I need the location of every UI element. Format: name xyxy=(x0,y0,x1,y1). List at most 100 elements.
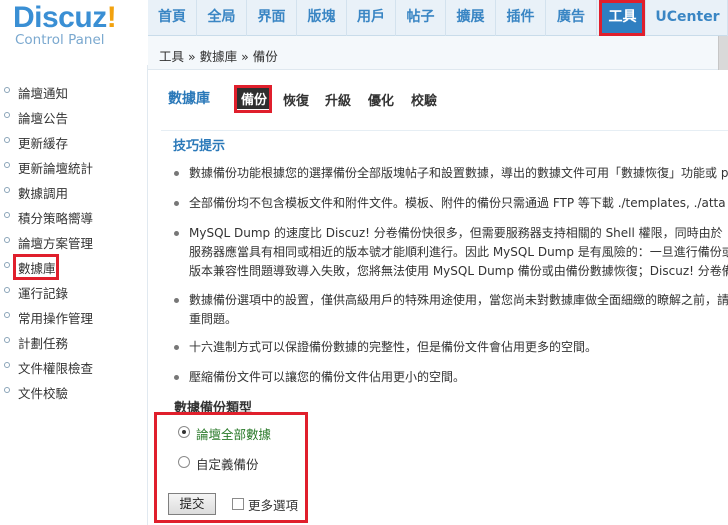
more-options-checkbox[interactable] xyxy=(232,498,244,510)
nav-item-forums[interactable]: 版塊 xyxy=(297,0,347,36)
bullet-icon xyxy=(4,287,10,293)
header: Discuz! Control Panel 首頁 全局 界面 版塊 用戶 帖子 … xyxy=(0,0,728,70)
tip-text: 十六進制方式可以保證備份數據的完整性，但是備份文件會佔用更多的空間。 xyxy=(189,340,598,354)
tip-text: 服務器應當具有相同或相近的版本號才能順利進行。因此 MySQL Dump 是有風… xyxy=(189,245,728,259)
nav-item-ads[interactable]: 廣告 xyxy=(546,0,597,36)
sidebar-item-common-ops[interactable]: 常用操作管理 xyxy=(0,305,148,327)
bullet-icon xyxy=(4,112,10,118)
logo-brand-text: Discuz xyxy=(13,1,107,34)
page-title: 數據庫 xyxy=(168,91,210,107)
tab-bar: 數據庫 備份 恢復 升級 優化 校驗 xyxy=(148,71,728,125)
scrollbar[interactable] xyxy=(718,36,728,70)
sidebar-item-data-calls[interactable]: 數據調用 xyxy=(0,180,148,202)
sidebar-item-label: 運行記錄 xyxy=(18,286,69,301)
sidebar-item-label: 數據庫 xyxy=(18,261,56,276)
bullet-icon xyxy=(4,362,10,368)
tip-text: 全部備份均不包含模板文件和附件文件。模板、附件的備份只需通過 FTP 等下載 .… xyxy=(189,196,726,210)
tip-text: MySQL Dump 的速度比 Discuz! 分卷備份快很多，但需要服務器支持… xyxy=(189,226,723,240)
tip-text: 壓縮備份文件可以讓您的備份文件佔用更小的空間。 xyxy=(189,370,466,384)
nav-item-users[interactable]: 用戶 xyxy=(347,0,396,36)
sidebar-item-label: 計劃任務 xyxy=(18,336,69,351)
sidebar-item-forum-notices[interactable]: 論壇通知 xyxy=(0,80,148,102)
sidebar-item-label: 更新緩存 xyxy=(18,136,69,151)
nav-item-interface[interactable]: 界面 xyxy=(247,0,297,36)
bullet-icon xyxy=(174,298,179,303)
sidebar-item-file-verify[interactable]: 文件校驗 xyxy=(0,380,148,402)
option-label: 論壇全部數據 xyxy=(196,427,272,442)
sidebar: 論壇通知 論壇公告 更新緩存 更新論壇統計 數據調用 積分策略嚮導 論壇方案管理… xyxy=(0,65,148,525)
bullet-icon xyxy=(4,162,10,168)
bullet-icon xyxy=(4,237,10,243)
tip-text: 數據備份功能根據您的選擇備份全部版塊帖子和設置數據，導出的數據文件可用「數據恢復… xyxy=(189,166,728,180)
radio-button[interactable] xyxy=(178,426,190,438)
tip-text: 數據備份選項中的設置，僅供高級用戶的特殊用途使用，當您尚未對數據庫做全面細緻的瞭… xyxy=(189,293,728,307)
sidebar-item-database[interactable]: 數據庫 xyxy=(0,255,148,277)
backup-type-title: 數據備份類型 xyxy=(174,401,253,416)
sidebar-item-credit-wizard[interactable]: 積分策略嚮導 xyxy=(0,205,148,227)
logo-brand: Discuz! xyxy=(13,1,117,35)
option-label: 自定義備份 xyxy=(196,457,259,472)
bullet-icon xyxy=(174,231,179,236)
tip-item: 數據備份選項中的設置，僅供高級用戶的特殊用途使用，當您尚未對數據庫做全面細緻的瞭… xyxy=(171,292,728,328)
bullet-icon xyxy=(174,201,179,206)
sidebar-item-label: 更新論壇統計 xyxy=(18,161,94,176)
bullet-icon xyxy=(4,137,10,143)
nav-item-ucenter[interactable]: UCenter xyxy=(648,0,728,36)
bullet-icon xyxy=(174,375,179,380)
sidebar-item-label: 論壇方案管理 xyxy=(18,236,94,251)
bullet-icon xyxy=(4,262,10,268)
tab-verify[interactable]: 校驗 xyxy=(411,90,437,109)
bullet-icon xyxy=(4,337,10,343)
top-nav: 首頁 全局 界面 版塊 用戶 帖子 擴展 插件 廣告 工具 UCenter xyxy=(148,0,728,36)
nav-item-posts[interactable]: 帖子 xyxy=(396,0,446,36)
sidebar-item-label: 文件權限檢查 xyxy=(18,361,94,376)
main-content: 數據庫 備份 恢復 升級 優化 校驗 技巧提示 數據備份功能根據您的選擇備份全部… xyxy=(148,71,728,525)
tips-title: 技巧提示 xyxy=(173,139,226,154)
bullet-icon xyxy=(4,387,10,393)
breadcrumb-bar: 工具 » 數據庫 » 備份 xyxy=(148,36,728,70)
submit-button[interactable]: 提交 xyxy=(168,493,216,515)
sidebar-item-label: 論壇通知 xyxy=(18,86,69,101)
sidebar-item-label: 積分策略嚮導 xyxy=(18,211,94,226)
bullet-icon xyxy=(174,345,179,350)
tips-box: 技巧提示 數據備份功能根據您的選擇備份全部版塊帖子和設置數據，導出的數據文件可用… xyxy=(161,130,728,400)
logo-subtitle: Control Panel xyxy=(15,32,105,48)
tip-item: 壓縮備份文件可以讓您的備份文件佔用更小的空間。 xyxy=(171,369,728,386)
tip-item: 數據備份功能根據您的選擇備份全部版塊帖子和設置數據，導出的數據文件可用「數據恢復… xyxy=(171,165,728,182)
nav-item-plugins[interactable]: 插件 xyxy=(496,0,546,36)
sidebar-item-scheduled-tasks[interactable]: 計劃任務 xyxy=(0,330,148,352)
sidebar-item-label: 數據調用 xyxy=(18,186,69,201)
tab-restore[interactable]: 恢復 xyxy=(283,90,309,109)
bullet-icon xyxy=(4,87,10,93)
tab-upgrade[interactable]: 升級 xyxy=(325,90,351,109)
tab-optimize[interactable]: 優化 xyxy=(368,90,394,109)
logo-bang: ! xyxy=(106,1,117,34)
sidebar-item-update-cache[interactable]: 更新緩存 xyxy=(0,130,148,152)
tip-item: 十六進制方式可以保證備份數據的完整性，但是備份文件會佔用更多的空間。 xyxy=(171,339,728,356)
nav-item-home[interactable]: 首頁 xyxy=(148,0,197,36)
tip-text: 版本兼容性問題導致導入失敗，您將無法使用 MySQL Dump 備份或由備份數據… xyxy=(189,264,728,278)
tab-backup[interactable]: 備份 xyxy=(237,88,272,109)
sidebar-item-update-stats[interactable]: 更新論壇統計 xyxy=(0,155,148,177)
bullet-icon xyxy=(4,312,10,318)
sidebar-item-file-permissions[interactable]: 文件權限檢查 xyxy=(0,355,148,377)
breadcrumb: 工具 » 數據庫 » 備份 xyxy=(159,49,278,64)
more-options-label: 更多選項 xyxy=(248,498,299,513)
logo[interactable]: Discuz! Control Panel xyxy=(0,0,148,65)
sidebar-item-label: 常用操作管理 xyxy=(18,311,94,326)
nav-item-tools[interactable]: 工具 xyxy=(600,0,646,36)
nav-item-extensions[interactable]: 擴展 xyxy=(446,0,496,36)
sidebar-item-label: 論壇公告 xyxy=(18,111,69,126)
tip-text: 重問題。 xyxy=(189,312,238,326)
backup-type-section: 數據備份類型 論壇全部數據 自定義備份 提交 更多選項 xyxy=(148,393,728,525)
sidebar-item-run-logs[interactable]: 運行記錄 xyxy=(0,280,148,302)
tip-item: MySQL Dump 的速度比 Discuz! 分卷備份快很多，但需要服務器支持… xyxy=(171,225,728,281)
bullet-icon xyxy=(174,171,179,176)
bullet-icon xyxy=(4,212,10,218)
sidebar-item-announcements[interactable]: 論壇公告 xyxy=(0,105,148,127)
nav-item-global[interactable]: 全局 xyxy=(197,0,247,36)
sidebar-item-forum-schemes[interactable]: 論壇方案管理 xyxy=(0,230,148,252)
radio-button[interactable] xyxy=(178,456,190,468)
bullet-icon xyxy=(4,187,10,193)
sidebar-item-label: 文件校驗 xyxy=(18,386,69,401)
